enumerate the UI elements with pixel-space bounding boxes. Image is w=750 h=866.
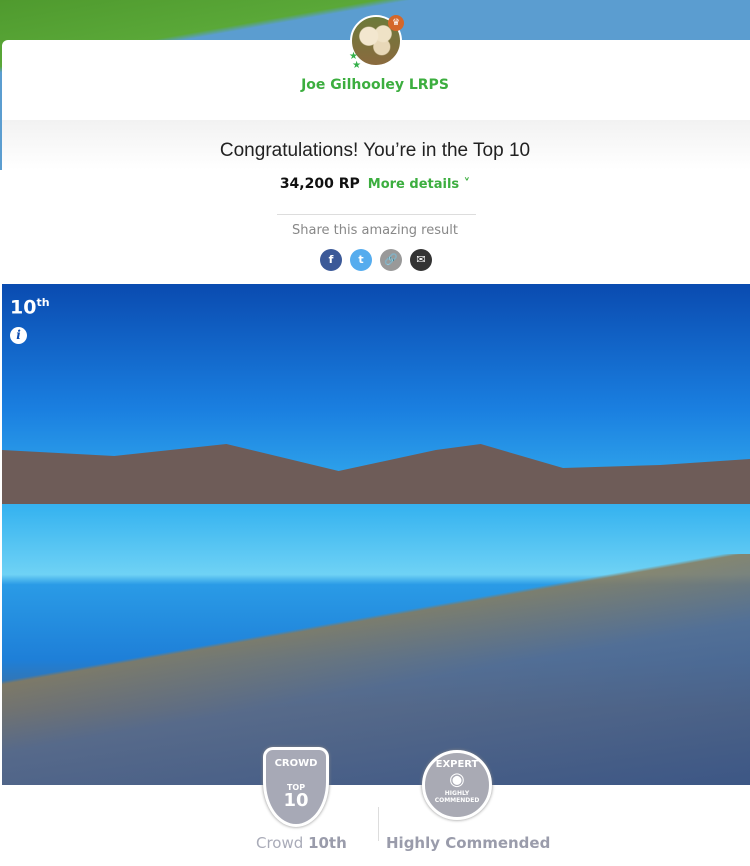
landscape-photo[interactable] [2,284,750,785]
crowd-result: Crowd 10th [256,834,347,852]
more-details-link[interactable]: More details ˅ [368,177,470,192]
link-icon[interactable]: 🔗 [380,249,402,271]
points-row: 34,200 RP More details ˅ [0,176,750,192]
rank-label: 10th [10,296,50,318]
crowd-rank: 10th [308,834,347,852]
share-buttons: f t 🔗 ✉ [320,249,432,271]
facebook-icon[interactable]: f [320,249,342,271]
crowd-badge-number: 10 [283,790,309,811]
twitter-icon[interactable]: t [350,249,372,271]
rank-number: 10 [10,296,37,319]
congrats-title: Congratulations! You’re in the Top 10 [219,140,531,161]
info-icon[interactable]: i [10,327,27,344]
foreground [2,554,750,785]
more-details-label: More details [367,177,460,192]
awards-divider [378,807,379,841]
share-label: Share this amazing result [292,223,458,238]
expert-result: Highly Commended [386,834,550,852]
crown-icon: ♛ [388,15,404,31]
expert-badge-mid: HIGHLY [444,790,470,797]
mountains [2,444,750,504]
expert-badge-bottom: COMMENDED [434,797,480,804]
eye-icon: ◉ [449,769,465,790]
crowd-label: Crowd [256,834,304,852]
stars-icon: ★ ★ [349,51,362,71]
points-value: 34,200 RP [279,176,360,192]
user-name[interactable]: Joe Gilhooley LRPS [0,77,750,93]
rank-suffix: th [36,296,50,309]
email-icon[interactable]: ✉ [410,249,432,271]
divider [277,214,476,215]
expert-badge: EXPERT ◉ HIGHLY COMMENDED [422,750,492,820]
chevron-down-icon: ˅ [459,177,471,192]
expert-label: Highly Commended [386,834,551,852]
crowd-badge-title: CROWD [274,758,318,769]
